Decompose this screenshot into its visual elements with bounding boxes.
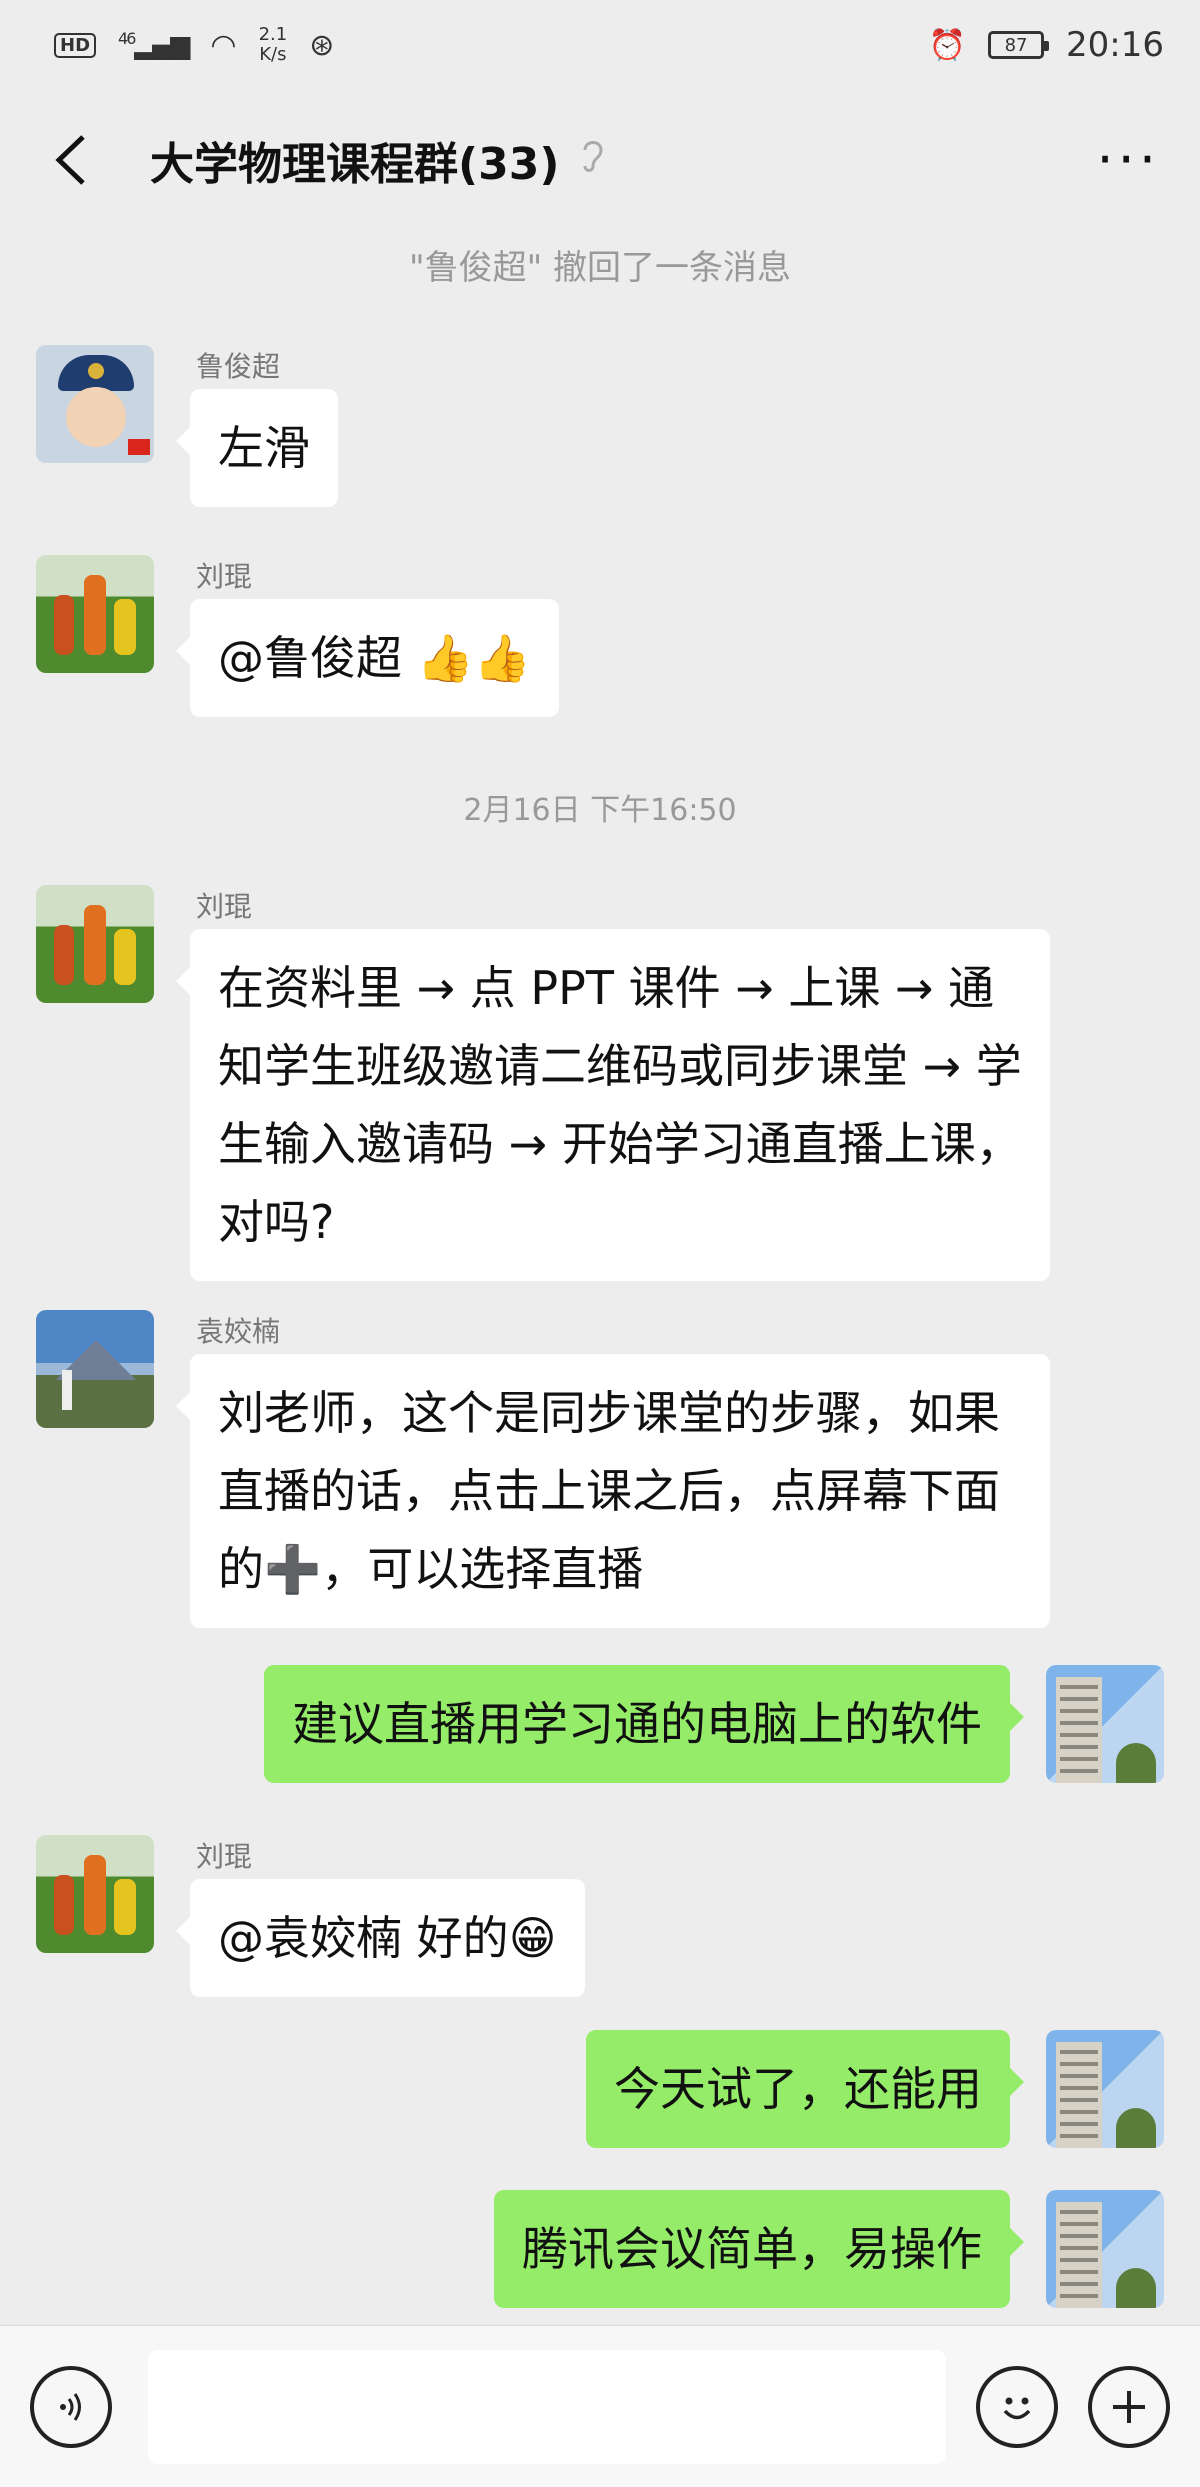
- hd-badge: HD: [54, 32, 97, 58]
- message-item: 袁姣楠 刘老师，这个是同步课堂的步骤，如果直播的话，点击上课之后，点屏幕下面的➕…: [36, 1310, 1136, 1640]
- message-bubble[interactable]: 刘老师，这个是同步课堂的步骤，如果直播的话，点击上课之后，点屏幕下面的➕，可以选…: [176, 1354, 1050, 1628]
- avatar[interactable]: [1046, 2030, 1164, 2148]
- thumbs-up-icon: 👍👍: [416, 631, 532, 685]
- ear-icon: [581, 138, 605, 183]
- message-item: 刘琨 @鲁俊超 👍👍: [36, 555, 736, 717]
- add-button[interactable]: [1088, 2365, 1170, 2448]
- voice-icon: [59, 2392, 81, 2421]
- status-bar: HD 46▂▄▆ ◠ 2.1 K/s ⊛ ⏰ 87 20:16: [0, 0, 1200, 90]
- battery-icon: 87: [988, 31, 1050, 59]
- message-item: 刘琨 @袁姣楠 好的😁: [36, 1835, 836, 1997]
- smiley-icon: [1003, 2397, 1031, 2419]
- message-bubble[interactable]: 左滑: [176, 389, 338, 507]
- app-notification-icon: ⊛: [309, 27, 335, 63]
- avatar[interactable]: [1046, 2190, 1164, 2308]
- grin-icon: 😁: [508, 1911, 557, 1965]
- message-bubble[interactable]: 在资料里 → 点 PPT 课件 → 上课 → 通知学生班级邀请二维码或同步课堂 …: [176, 929, 1050, 1281]
- avatar[interactable]: [36, 1310, 154, 1428]
- alarm-icon: ⏰: [928, 27, 967, 63]
- chevron-left-icon: [55, 135, 85, 185]
- more-dots-icon: ···: [1096, 128, 1160, 191]
- message-bubble[interactable]: @袁姣楠 好的😁: [176, 1879, 585, 1997]
- signal-icon: 46▂▄▆: [118, 29, 190, 61]
- more-button[interactable]: ···: [1097, 133, 1161, 187]
- message-bubble[interactable]: 今天试了，还能用: [586, 2030, 1024, 2148]
- chat-messages[interactable]: "鲁俊超" 撤回了一条消息 鲁俊超 左滑 刘琨 @鲁俊超 👍👍 2月16日 下午…: [0, 225, 1200, 2325]
- plus-circle-icon: [1113, 2390, 1146, 2423]
- net-speed: 2.1 K/s: [259, 25, 288, 65]
- net-speed-value: 2.1: [258, 24, 288, 45]
- timestamp: 2月16日 下午16:50: [463, 793, 737, 828]
- avatar[interactable]: [36, 345, 154, 463]
- message-item: 鲁俊超 左滑: [36, 345, 536, 507]
- message-item: 腾讯会议简单，易操作: [64, 2190, 1164, 2330]
- plus-icon: ➕: [264, 1542, 322, 1596]
- status-left: HD 46▂▄▆ ◠ 2.1 K/s ⊛: [54, 25, 334, 65]
- net-speed-unit: K/s: [259, 44, 287, 65]
- message-bubble[interactable]: 建议直播用学习通的电脑上的软件: [264, 1665, 1024, 1783]
- voice-button[interactable]: [30, 2365, 112, 2448]
- sender-name: 鲁俊超: [196, 350, 281, 383]
- message-item: 刘琨 在资料里 → 点 PPT 课件 → 上课 → 通知学生班级邀请二维码或同步…: [36, 885, 1136, 1281]
- wifi-icon: ◠: [210, 27, 237, 63]
- message-input[interactable]: [147, 2349, 947, 2464]
- sender-name: 刘琨: [196, 1840, 253, 1873]
- status-right: ⏰ 87 20:16: [929, 25, 1164, 65]
- message-text: @鲁俊超: [218, 631, 402, 685]
- sender-name: 袁姣楠: [196, 1315, 281, 1348]
- message-bubble[interactable]: @鲁俊超 👍👍: [175, 599, 560, 717]
- message-text: @袁姣楠 好的: [218, 1911, 509, 1965]
- avatar[interactable]: [36, 885, 154, 1003]
- sender-name: 刘琨: [196, 890, 253, 923]
- sender-name: 刘琨: [196, 560, 253, 593]
- message-item: 建议直播用学习通的电脑上的软件: [64, 1665, 1164, 1805]
- avatar[interactable]: [36, 555, 154, 673]
- chat-header: 大学物理课程群(33) ···: [0, 95, 1200, 225]
- avatar[interactable]: [36, 1835, 154, 1953]
- message-text: ，可以选择直播: [321, 1542, 644, 1596]
- back-button[interactable]: [40, 125, 100, 195]
- message-item: 今天试了，还能用: [64, 2030, 1164, 2170]
- chat-title: 大学物理课程群(33): [150, 139, 560, 190]
- status-time: 20:16: [1066, 25, 1164, 65]
- emoji-button[interactable]: [976, 2365, 1059, 2448]
- input-bar: [0, 2325, 1200, 2487]
- message-bubble[interactable]: 腾讯会议简单，易操作: [494, 2190, 1024, 2308]
- recall-notice: "鲁俊超" 撤回了一条消息: [408, 248, 792, 288]
- avatar[interactable]: [1046, 1665, 1164, 1783]
